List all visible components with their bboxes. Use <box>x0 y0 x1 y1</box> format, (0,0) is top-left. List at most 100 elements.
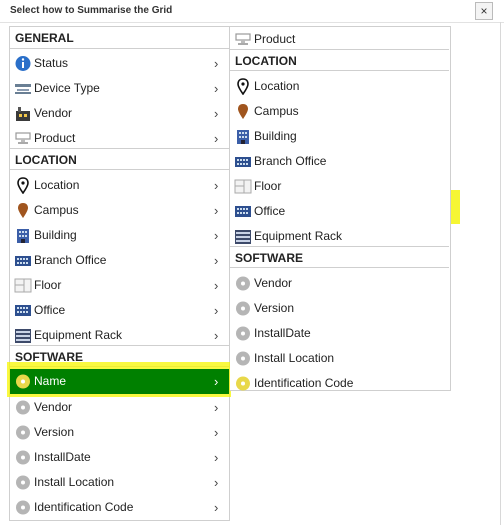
submenu-item-floor[interactable]: Floor <box>230 174 449 199</box>
menu-item-label: Status <box>34 56 69 70</box>
chevron-right-icon: › <box>214 178 219 193</box>
disc-icon <box>14 373 32 390</box>
chevron-right-icon: › <box>214 500 219 515</box>
submenu-item-building[interactable]: Building <box>230 124 449 149</box>
equipment-rack-icon <box>234 228 252 245</box>
menu-item-campus[interactable]: Campus › <box>10 198 229 223</box>
chevron-right-icon: › <box>214 81 219 96</box>
campus-icon <box>14 202 32 219</box>
menu-item-label: Branch Office <box>254 154 327 168</box>
menu-item-software-identification-code[interactable]: Identification Code › <box>10 495 229 520</box>
menu-item-label: Location <box>34 178 80 192</box>
menu-item-label: Office <box>254 204 286 218</box>
menu-item-label: Branch Office <box>34 253 107 267</box>
menu-item-label: Identification Code <box>34 500 134 514</box>
device-type-icon <box>14 80 32 97</box>
menu-item-label: Campus <box>34 203 79 217</box>
menu-item-label: Version <box>254 301 295 315</box>
location-pin-icon <box>14 177 32 194</box>
submenu-item-branch-office[interactable]: Branch Office <box>230 149 449 174</box>
disc-icon <box>14 424 32 441</box>
section-header-software: SOFTWARE <box>230 246 449 268</box>
office-icon <box>14 302 32 319</box>
menu-item-software-install-location[interactable]: Install Location › <box>10 470 229 495</box>
disc-icon <box>14 499 32 516</box>
chevron-right-icon: › <box>214 278 219 293</box>
menu-item-label: Vendor <box>34 400 73 414</box>
info-icon <box>14 55 32 72</box>
product-icon <box>234 31 252 48</box>
submenu-item-software-install-location[interactable]: Install Location <box>230 346 449 371</box>
submenu-item-campus[interactable]: Campus <box>230 99 449 124</box>
menu-item-label: Building <box>34 228 77 242</box>
menu-item-label: Name <box>34 374 67 388</box>
chevron-right-icon: › <box>214 56 219 71</box>
menu-item-device-type[interactable]: Device Type › <box>10 76 229 101</box>
disc-icon <box>14 449 32 466</box>
divider <box>500 22 501 525</box>
equipment-rack-icon <box>14 327 32 344</box>
submenu-item-software-installdate[interactable]: InstallDate <box>230 321 449 346</box>
section-header-location: LOCATION <box>10 148 229 170</box>
disc-icon <box>234 350 252 367</box>
menu-item-label: InstallDate <box>34 450 91 464</box>
close-button[interactable]: × <box>475 2 493 20</box>
menu-item-status[interactable]: Status › <box>10 51 229 76</box>
submenu-item-software-vendor[interactable]: Vendor <box>230 271 449 296</box>
section-header-general: GENERAL <box>10 27 229 49</box>
submenu-item-software-version[interactable]: Version <box>230 296 449 321</box>
vendor-icon <box>14 105 32 122</box>
chevron-right-icon: › <box>214 106 219 121</box>
menu-item-label: Install Location <box>254 351 335 365</box>
building-icon <box>234 128 252 145</box>
menu-item-label: Campus <box>254 104 299 118</box>
name-submenu: Product LOCATION Location Campus Buildin… <box>230 26 451 391</box>
location-pin-icon <box>234 78 252 95</box>
menu-item-office[interactable]: Office › <box>10 298 229 323</box>
menu-item-location[interactable]: Location › <box>10 173 229 198</box>
menu-item-branch-office[interactable]: Branch Office › <box>10 248 229 273</box>
submenu-item-location[interactable]: Location <box>230 74 449 99</box>
disc-icon <box>14 474 32 491</box>
menu-item-label: Floor <box>34 278 62 292</box>
campus-icon <box>234 103 252 120</box>
menu-item-software-name[interactable]: Name › <box>10 369 229 394</box>
submenu-item-software-identification-code[interactable]: Identification Code <box>230 371 449 396</box>
menu-item-label: InstallDate <box>254 326 311 340</box>
product-icon <box>14 130 32 147</box>
menu-item-label: Vendor <box>254 276 293 290</box>
menu-item-label: Location <box>254 79 300 93</box>
chevron-right-icon: › <box>214 203 219 218</box>
disc-icon <box>234 275 252 292</box>
menu-item-label: Vendor <box>34 106 73 120</box>
menu-item-label: Install Location <box>34 475 115 489</box>
disc-icon <box>234 325 252 342</box>
chevron-right-icon: › <box>214 400 219 415</box>
summarise-menu: GENERAL Status › Device Type › Vendor › … <box>7 26 231 521</box>
menu-item-label: Identification Code <box>254 376 354 390</box>
disc-icon <box>14 399 32 416</box>
menu-item-floor[interactable]: Floor › <box>10 273 229 298</box>
branch-office-icon <box>234 153 252 170</box>
menu-item-software-vendor[interactable]: Vendor › <box>10 395 229 420</box>
chevron-right-icon: › <box>214 374 219 389</box>
dialog-title-bar: Select how to Summarise the Grid × <box>0 0 504 23</box>
dialog-title: Select how to Summarise the Grid <box>10 5 173 16</box>
building-icon <box>14 227 32 244</box>
floor-icon <box>14 277 32 294</box>
disc-icon <box>234 375 252 392</box>
chevron-right-icon: › <box>214 303 219 318</box>
menu-item-vendor[interactable]: Vendor › <box>10 101 229 126</box>
menu-item-label: Version <box>34 425 75 439</box>
menu-item-software-version[interactable]: Version › <box>10 420 229 445</box>
menu-item-building[interactable]: Building › <box>10 223 229 248</box>
branch-office-icon <box>14 252 32 269</box>
section-header-location: LOCATION <box>230 49 449 71</box>
floor-icon <box>234 178 252 195</box>
office-icon <box>234 203 252 220</box>
chevron-right-icon: › <box>214 475 219 490</box>
submenu-item-office[interactable]: Office <box>230 199 449 224</box>
menu-item-software-installdate[interactable]: InstallDate › <box>10 445 229 470</box>
disc-icon <box>234 300 252 317</box>
chevron-right-icon: › <box>214 425 219 440</box>
